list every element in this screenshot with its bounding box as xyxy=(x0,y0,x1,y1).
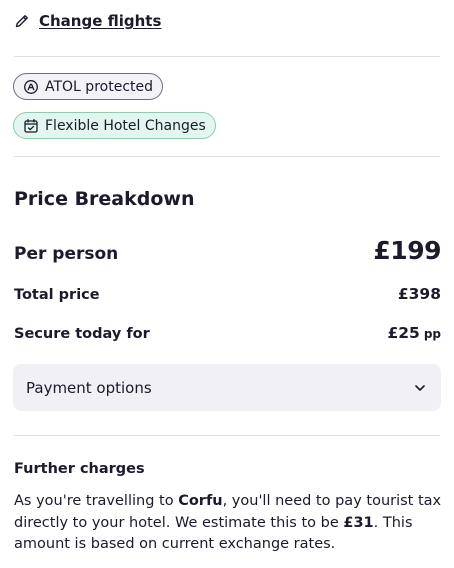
total-price-label: Total price xyxy=(14,287,100,303)
further-charges-text: As you're travelling to Corfu, you'll ne… xyxy=(14,491,444,556)
secure-today-label: Secure today for xyxy=(14,326,150,342)
per-person-row: Per person £199 xyxy=(14,236,441,265)
change-flights-label: Change flights xyxy=(39,12,162,30)
flexible-hotel-changes-label: Flexible Hotel Changes xyxy=(45,117,206,134)
flexible-hotel-changes-badge: Flexible Hotel Changes xyxy=(13,112,216,139)
tourist-tax-amount: £31 xyxy=(343,514,374,531)
secure-today-row: Secure today for £25 pp xyxy=(14,323,441,342)
payment-options-dropdown[interactable]: Payment options xyxy=(13,364,441,411)
atol-label: ATOL protected xyxy=(45,78,154,95)
further-charges-text-part: As you're travelling to xyxy=(14,493,179,509)
total-price-row: Total price £398 xyxy=(14,285,441,303)
secure-today-suffix: pp xyxy=(423,327,441,341)
total-price-value: £398 xyxy=(397,285,441,303)
divider xyxy=(14,56,440,57)
price-breakdown-title: Price Breakdown xyxy=(14,188,195,210)
atol-badge: ATOL protected xyxy=(13,73,164,100)
destination-name: Corfu xyxy=(178,493,223,509)
per-person-price: £199 xyxy=(373,236,441,265)
change-flights-link[interactable]: Change flights xyxy=(14,12,161,30)
further-charges-title: Further charges xyxy=(14,461,145,477)
calendar-check-icon xyxy=(24,118,38,133)
atol-shield-icon xyxy=(24,79,38,94)
chevron-down-icon xyxy=(415,384,425,391)
payment-options-label: Payment options xyxy=(26,378,152,397)
per-person-label: Per person xyxy=(14,244,119,264)
secure-today-price: £25 pp xyxy=(387,323,441,342)
pencil-icon xyxy=(15,15,28,28)
divider xyxy=(14,435,440,436)
secure-today-value: £25 xyxy=(387,324,420,342)
divider xyxy=(14,156,440,157)
